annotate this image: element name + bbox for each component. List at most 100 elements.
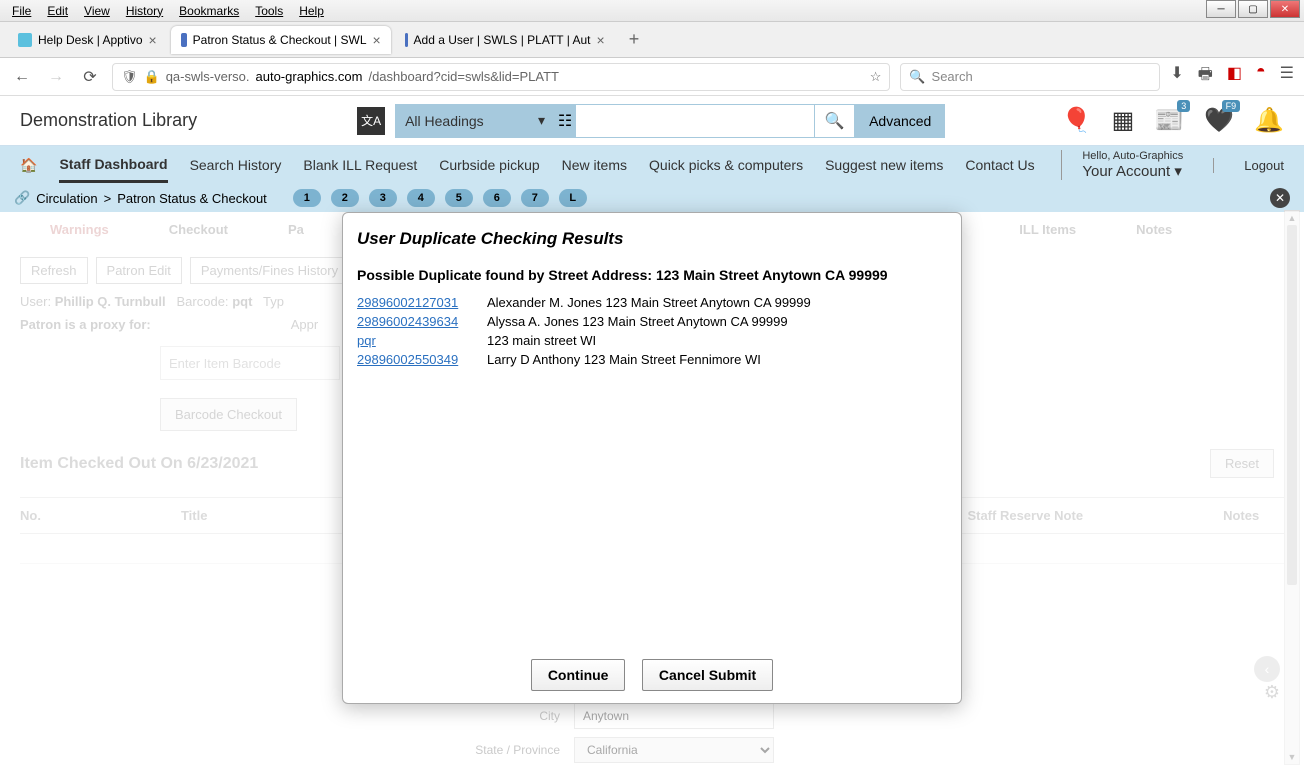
content-area: Warnings Checkout Pa old(0) ILL Items No…: [0, 212, 1304, 775]
nav-curbside[interactable]: Curbside pickup: [439, 157, 539, 173]
menu-file[interactable]: File: [4, 2, 39, 20]
menu-edit[interactable]: Edit: [39, 2, 76, 20]
nav-contact[interactable]: Contact Us: [965, 157, 1034, 173]
breadcrumb: 🔗 Circulation > Patron Status & Checkout…: [0, 184, 1304, 212]
browser-search[interactable]: 🔍 Search: [900, 63, 1160, 91]
patron-link[interactable]: 29896002550349: [357, 352, 467, 367]
url-domain: auto-graphics.com: [256, 69, 363, 84]
search-button[interactable]: 🔍: [815, 104, 855, 138]
search-icon: 🔍: [909, 69, 925, 85]
new-tab-button[interactable]: +: [619, 29, 650, 50]
balloon-icon[interactable]: 🎈: [1062, 106, 1092, 135]
hello-text: Hello, Auto-Graphics: [1082, 150, 1183, 162]
session-pill-3[interactable]: 3: [369, 189, 397, 207]
window-minimize[interactable]: ─: [1206, 0, 1236, 18]
patron-link[interactable]: 29896002127031: [357, 295, 467, 310]
favicon-icon: [181, 33, 187, 47]
session-pill-5[interactable]: 5: [445, 189, 473, 207]
shield-icon: 🛡: [121, 69, 138, 85]
menu-view[interactable]: View: [76, 2, 118, 20]
url-input[interactable]: 🛡 🔒 qa-swls-verso.auto-graphics.com/dash…: [112, 63, 890, 91]
account-menu[interactable]: Hello, Auto-Graphics Your Account ▾: [1061, 150, 1183, 180]
favicon-icon: [405, 33, 408, 47]
continue-button[interactable]: Continue: [531, 659, 626, 691]
session-pill-4[interactable]: 4: [407, 189, 435, 207]
crumb-root[interactable]: Circulation: [36, 191, 97, 206]
window-maximize[interactable]: ▢: [1238, 0, 1268, 18]
forward-button[interactable]: →: [44, 65, 68, 89]
badge: F9: [1222, 100, 1241, 112]
menu-help[interactable]: Help: [291, 2, 332, 20]
window-buttons: ─ ▢ ✕: [1204, 0, 1300, 18]
modal-title: User Duplicate Checking Results: [357, 229, 947, 249]
browser-tab-0[interactable]: Help Desk | Apptivo ×: [8, 26, 167, 54]
badge: 3: [1177, 100, 1190, 112]
session-pill-2[interactable]: 2: [331, 189, 359, 207]
duplicate-row: 29896002127031 Alexander M. Jones 123 Ma…: [357, 293, 947, 312]
headings-dropdown[interactable]: All Headings ▾: [395, 104, 555, 138]
cancel-submit-button[interactable]: Cancel Submit: [642, 659, 773, 691]
account-label: Your Account: [1082, 163, 1170, 180]
modal-subhead: Possible Duplicate found by Street Addre…: [357, 267, 947, 283]
close-icon[interactable]: ×: [149, 32, 157, 48]
search-controls: 文A All Headings ▾ ☷ 🔍 Advanced: [357, 104, 945, 138]
close-all-icon[interactable]: ✕: [1270, 188, 1290, 208]
patron-desc: Alyssa A. Jones 123 Main Street Anytown …: [487, 314, 788, 329]
hamburger-icon[interactable]: ☰: [1280, 63, 1294, 90]
nav-staff-dashboard[interactable]: Staff Dashboard: [59, 156, 167, 183]
menu-bookmarks[interactable]: Bookmarks: [171, 2, 247, 20]
url-bar: ← → ⟳ 🛡 🔒 qa-swls-verso.auto-graphics.co…: [0, 58, 1304, 96]
session-pill-1[interactable]: 1: [293, 189, 321, 207]
session-pill-6[interactable]: 6: [483, 189, 511, 207]
nav-new-items[interactable]: New items: [562, 157, 627, 173]
lock-icon: 🔒: [144, 69, 160, 85]
print-icon[interactable]: 🖶: [1198, 63, 1213, 90]
browser-tab-2[interactable]: Add a User | SWLS | PLATT | Aut ×: [395, 26, 615, 54]
heart-icon[interactable]: 🖤F9: [1204, 106, 1234, 135]
database-icon[interactable]: ☷: [555, 104, 575, 138]
close-icon[interactable]: ×: [373, 32, 381, 48]
menu-history[interactable]: History: [118, 2, 171, 20]
chevron-down-icon: ▾: [1174, 163, 1182, 180]
nav-quick-picks[interactable]: Quick picks & computers: [649, 157, 803, 173]
back-button[interactable]: ←: [10, 65, 34, 89]
close-icon[interactable]: ×: [597, 32, 605, 48]
nav-blank-ill[interactable]: Blank ILL Request: [303, 157, 417, 173]
window-close[interactable]: ✕: [1270, 0, 1300, 18]
main-nav: 🏠 Staff Dashboard Search History Blank I…: [0, 146, 1304, 184]
dropdown-label: All Headings: [405, 113, 484, 129]
browser-tab-1[interactable]: Patron Status & Checkout | SWL ×: [171, 26, 391, 54]
tab-title: Add a User | SWLS | PLATT | Aut: [414, 33, 591, 47]
bell-icon[interactable]: 🔔: [1254, 106, 1284, 135]
download-icon[interactable]: ⬇: [1170, 63, 1183, 90]
library-title: Demonstration Library: [20, 110, 197, 131]
link-icon: 🔗: [14, 190, 30, 206]
nav-suggest[interactable]: Suggest new items: [825, 157, 943, 173]
session-pill-l[interactable]: L: [559, 189, 587, 207]
news-icon[interactable]: 📰3: [1154, 106, 1184, 135]
logout-link[interactable]: Logout: [1213, 158, 1284, 173]
scanner-icon[interactable]: ▦: [1112, 106, 1135, 135]
menu-tools[interactable]: Tools: [247, 2, 291, 20]
library-header: Demonstration Library 文A All Headings ▾ …: [0, 96, 1304, 146]
nav-right: Hello, Auto-Graphics Your Account ▾ Logo…: [1061, 150, 1284, 180]
patron-link[interactable]: 29896002439634: [357, 314, 467, 329]
header-right: 🎈 ▦ 📰3 🖤F9 🔔: [1062, 106, 1284, 135]
crumb-sep: >: [104, 191, 112, 206]
advanced-button[interactable]: Advanced: [855, 104, 945, 138]
pocket-icon[interactable]: ◓: [1256, 63, 1266, 90]
patron-link[interactable]: pqr: [357, 333, 467, 348]
duplicate-row: 29896002439634 Alyssa A. Jones 123 Main …: [357, 312, 947, 331]
chevron-down-icon: ▾: [538, 112, 545, 129]
nav-search-history[interactable]: Search History: [190, 157, 282, 173]
extension-icon[interactable]: ◧: [1227, 63, 1242, 90]
url-path: /dashboard?cid=swls&lid=PLATT: [368, 69, 559, 84]
duplicate-row: pqr 123 main street WI: [357, 331, 947, 350]
reload-button[interactable]: ⟳: [78, 65, 102, 89]
session-pill-7[interactable]: 7: [521, 189, 549, 207]
main-search-input[interactable]: [575, 104, 815, 138]
language-icon[interactable]: 文A: [357, 107, 385, 135]
home-icon[interactable]: 🏠: [20, 157, 37, 174]
duplicate-check-modal: User Duplicate Checking Results Possible…: [342, 212, 962, 704]
star-icon[interactable]: ☆: [870, 69, 882, 85]
